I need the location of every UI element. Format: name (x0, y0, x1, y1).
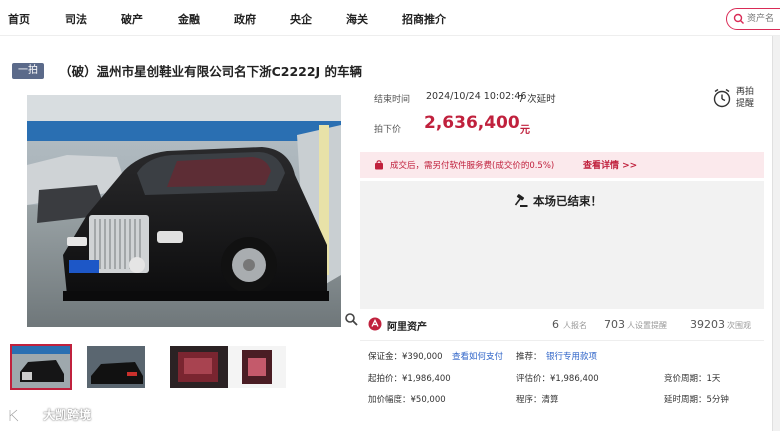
recommend-label: 推荐： (516, 352, 542, 362)
lot-title-row: 一拍 （破）温州市星创鞋业有限公司名下浙C2222J 的车辆 (12, 60, 363, 79)
deposit: 保证金：¥390,000 (368, 352, 443, 362)
nav-item-judicial[interactable]: 司法 (65, 11, 87, 27)
thumbnail-4[interactable] (228, 346, 286, 388)
reminder-label: 人设置提醒 (627, 321, 667, 330)
extension-count: 7 次延时 (518, 94, 556, 105)
nav-item-home[interactable]: 首页 (8, 11, 30, 27)
platform-stats-row: 阿里资产 6 人报名 703 人设置提醒 39203 次围观 (360, 311, 764, 341)
thumbnail-1[interactable] (10, 344, 72, 390)
end-time-label: 结束时间 (374, 95, 411, 105)
search-box[interactable] (726, 8, 780, 30)
watermark-text: 大凯跨境 (43, 408, 92, 422)
page-title: （破）温州市星创鞋业有限公司名下浙C2222J 的车辆 (59, 64, 363, 79)
clock-icon (713, 88, 731, 108)
bidding-period: 竞价周期：1天 (664, 374, 721, 384)
nav-item-customs[interactable]: 海关 (346, 11, 368, 27)
auction-ended-text: 本场已结束！ (533, 194, 602, 208)
auction-info-panel: 结束时间 2024/10/24 10:02:46 7 次延时 拍下价 2,636… (360, 80, 764, 150)
thumbnail-1-image (12, 346, 70, 388)
appraisal-price: 评估价：¥1,986,400 (516, 374, 599, 384)
scrollbar[interactable] (772, 36, 780, 431)
search-icon (733, 13, 744, 24)
watermark: 大凯跨境 (8, 404, 91, 424)
round-badge: 一拍 (12, 62, 44, 79)
price-unit: 元 (520, 125, 530, 136)
view-label: 次围观 (727, 321, 751, 330)
nav-item-finance[interactable]: 金融 (178, 11, 200, 27)
procedure: 程序：清算 (516, 395, 559, 405)
thumbnail-3-image (170, 346, 228, 388)
service-fee-notice: 成交后，需另付软件服务费(成交价的0.5%) 查看详情 >> (360, 152, 764, 178)
relist-reminder-button[interactable]: 再拍提醒 (712, 86, 760, 114)
main-photo[interactable] (27, 95, 341, 327)
relist-reminder-label: 再拍提醒 (736, 87, 755, 109)
price-label: 拍下价 (374, 125, 402, 135)
view-count: 39203 (690, 318, 725, 331)
signup-label: 人报名 (563, 321, 587, 330)
thumbnail-3[interactable] (170, 346, 228, 388)
thumbnail-4-image (228, 346, 286, 388)
view-details-link[interactable]: 查看详情 >> (583, 158, 637, 171)
reminder-count: 703 (604, 318, 625, 331)
how-to-pay-link[interactable]: 查看如何支付 (452, 350, 503, 362)
auction-ended-box: 本场已结束！ (360, 181, 764, 309)
thumbnail-2[interactable] (87, 346, 145, 388)
final-price: 2,636,400 (424, 113, 520, 133)
bank-payment-link[interactable]: 银行专用款项 (546, 350, 597, 362)
bid-increment: 加价幅度：¥50,000 (368, 395, 446, 405)
search-input[interactable] (747, 11, 780, 27)
start-price: 起拍价：¥1,986,400 (368, 374, 451, 384)
extension-period: 延时周期：5分钟 (664, 395, 729, 405)
thumbnail-2-image (87, 346, 145, 388)
service-fee-text: 成交后，需另付软件服务费(成交价的0.5%) (390, 161, 555, 171)
gavel-icon (514, 194, 528, 207)
car-photo-drawing (27, 95, 341, 327)
bag-icon (375, 160, 383, 170)
signup-count: 6 (552, 318, 559, 331)
platform-name: 阿里资产 (387, 322, 427, 333)
end-time-value: 2024/10/24 10:02:46 (426, 91, 527, 102)
watermark-logo-icon (8, 408, 33, 423)
nav-item-government[interactable]: 政府 (234, 11, 256, 27)
top-nav: 首页 司法 破产 金融 政府 央企 海关 招商推介 (0, 0, 780, 36)
ali-logo-icon (368, 317, 382, 331)
nav-item-central-enterprise[interactable]: 央企 (290, 11, 312, 27)
nav-item-bankruptcy[interactable]: 破产 (121, 11, 143, 27)
nav-item-investment[interactable]: 招商推介 (402, 11, 446, 27)
zoom-icon[interactable] (344, 312, 358, 326)
